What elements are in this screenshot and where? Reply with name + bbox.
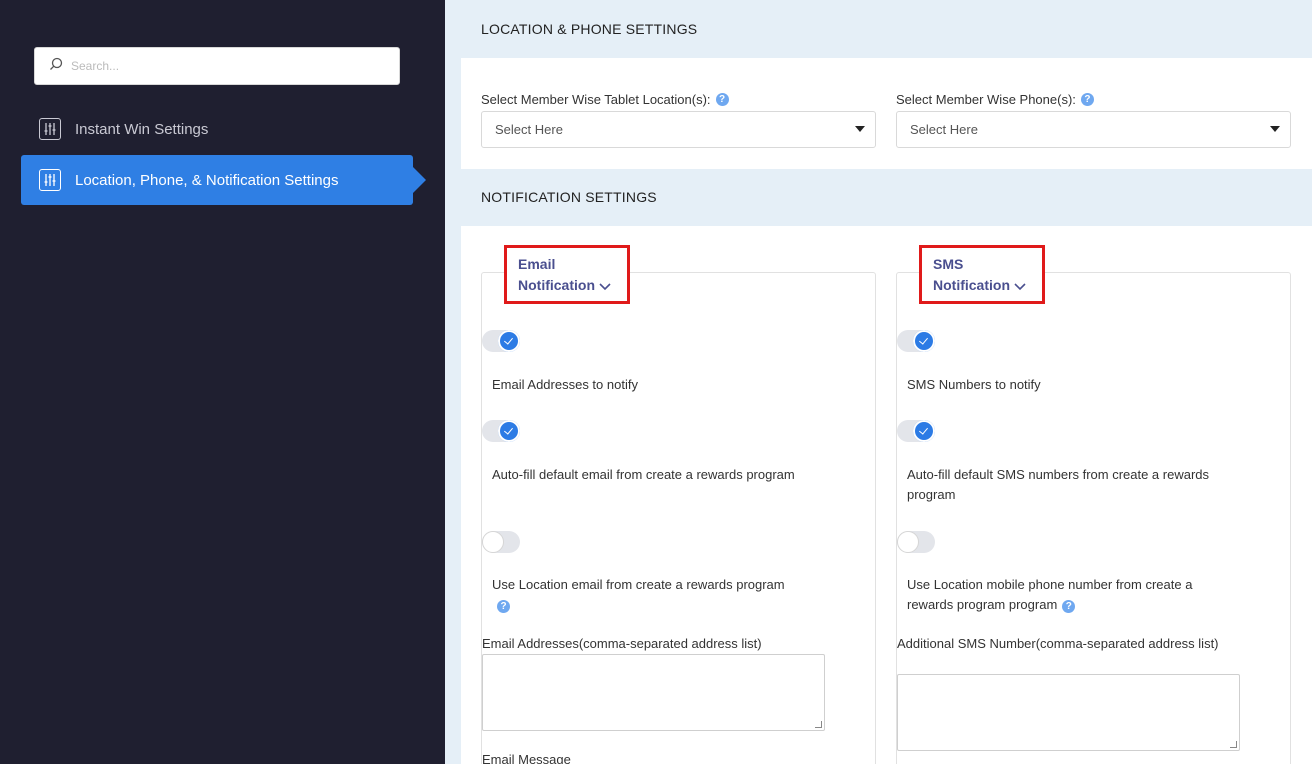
help-icon[interactable]: ? <box>1080 93 1094 106</box>
email-addresses-textarea[interactable] <box>482 654 825 731</box>
sms-location-toggle[interactable] <box>897 531 935 553</box>
email-title-line1: Email <box>518 256 556 272</box>
search-icon <box>49 57 63 76</box>
search-input[interactable] <box>71 59 391 73</box>
toggle-knob <box>897 531 919 553</box>
caret-down-icon <box>1270 126 1280 132</box>
notification-section-title: NOTIFICATION SETTINGS <box>481 189 657 205</box>
help-icon[interactable]: ? <box>1062 600 1076 613</box>
email-addresses-label: Email Addresses(comma-separated address … <box>482 636 762 651</box>
location-phone-panel: Select Member Wise Tablet Location(s): ?… <box>461 58 1312 169</box>
sms-opt3-label: Use Location mobile phone number from cr… <box>907 577 1193 612</box>
sms-title-line1: SMS <box>933 256 964 272</box>
chevron-down-icon <box>1014 276 1026 297</box>
sidebar-item-label: Instant Win Settings <box>75 120 209 138</box>
sms-opt3-text: Use Location mobile phone number from cr… <box>907 575 1197 615</box>
sidebar: Instant Win Settings Location, Phone, & … <box>0 0 445 764</box>
email-addresses-toggle[interactable] <box>482 330 520 352</box>
phone-value: Select Here <box>910 122 978 137</box>
email-autofill-toggle[interactable] <box>482 420 520 442</box>
toggle-knob <box>913 330 935 352</box>
caret-down-icon <box>855 126 865 132</box>
email-notification-card: Email Addresses to notify Auto-fill defa… <box>481 272 876 764</box>
tablet-location-value: Select Here <box>495 122 563 137</box>
sms-opt1-text: SMS Numbers to notify <box>907 377 1041 392</box>
tablet-location-select[interactable]: Select Here <box>481 111 876 148</box>
phone-label-text: Select Member Wise Phone(s): <box>896 92 1076 107</box>
sms-numbers-textarea[interactable] <box>897 674 1240 751</box>
help-icon[interactable]: ? <box>715 93 729 106</box>
sidebar-item-label: Location, Phone, & Notification Settings <box>75 171 339 189</box>
chevron-down-icon <box>599 276 611 297</box>
email-notification-header[interactable]: Email Notification <box>504 245 630 304</box>
toggle-knob <box>913 420 935 442</box>
email-location-toggle[interactable] <box>482 531 520 553</box>
toggle-knob <box>498 420 520 442</box>
phone-select[interactable]: Select Here <box>896 111 1291 148</box>
email-opt2-text: Auto-fill default email from create a re… <box>492 467 795 482</box>
sidebar-item-location-phone-notification[interactable]: Location, Phone, & Notification Settings <box>21 155 426 205</box>
sms-numbers-label: Additional SMS Number(comma-separated ad… <box>897 636 1219 651</box>
location-phone-section-title: LOCATION & PHONE SETTINGS <box>481 21 698 37</box>
sliders-icon <box>39 118 61 140</box>
sidebar-item-instant-win-settings[interactable]: Instant Win Settings <box>21 104 413 154</box>
phone-label: Select Member Wise Phone(s): ? <box>896 92 1094 107</box>
help-icon[interactable]: ? <box>497 600 510 613</box>
sms-title-line2: Notification <box>933 277 1010 293</box>
sliders-icon <box>39 169 61 191</box>
sms-autofill-toggle[interactable] <box>897 420 935 442</box>
email-opt3-label: Use Location email from create a rewards… <box>492 577 785 592</box>
tablet-location-label-text: Select Member Wise Tablet Location(s): <box>481 92 711 107</box>
tablet-location-label: Select Member Wise Tablet Location(s): ? <box>481 92 729 107</box>
email-opt1-text: Email Addresses to notify <box>492 377 638 392</box>
sms-notification-card: SMS Numbers to notify Auto-fill default … <box>896 272 1291 764</box>
sms-notification-header[interactable]: SMS Notification <box>919 245 1045 304</box>
search-box[interactable] <box>34 47 400 85</box>
main-content: LOCATION & PHONE SETTINGS Select Member … <box>445 0 1312 764</box>
sms-opt2-text: Auto-fill default SMS numbers from creat… <box>907 467 1210 502</box>
toggle-knob <box>498 330 520 352</box>
email-title-line2: Notification <box>518 277 595 293</box>
email-message-label: Email Message <box>482 752 571 764</box>
toggle-knob <box>482 531 504 553</box>
email-opt3-text: Use Location email from create a rewards… <box>492 575 792 615</box>
sms-numbers-toggle[interactable] <box>897 330 935 352</box>
